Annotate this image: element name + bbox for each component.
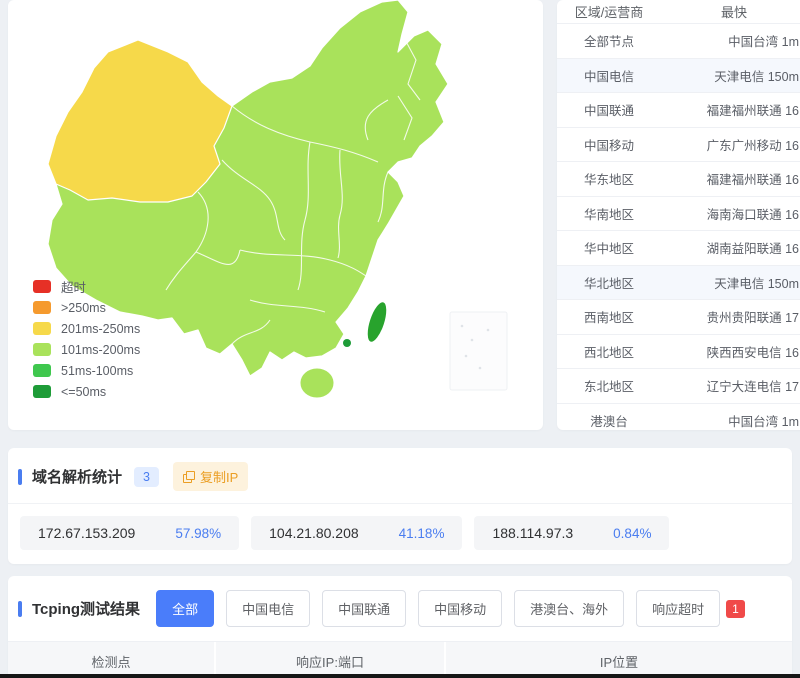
filter-overseas[interactable]: 港澳台、海外 — [514, 590, 624, 627]
accent-bar — [18, 601, 22, 617]
filter-all[interactable]: 全部 — [156, 590, 214, 627]
fastest-row[interactable]: 中国联通福建福州联通 16 — [557, 92, 800, 127]
legend-swatch-orange — [33, 301, 51, 314]
tcping-filters: 全部 中国电信 中国联通 中国移动 港澳台、海外 响应超时 1 — [156, 590, 757, 627]
fastest-row[interactable]: 东北地区辽宁大连电信 17 — [557, 368, 800, 403]
legend-swatch-green — [33, 364, 51, 377]
fastest-row[interactable]: 华南地区海南海口联通 16 — [557, 196, 800, 231]
map-region-hainan — [300, 368, 334, 398]
fastest-row[interactable]: 西北地区陕西西安电信 16 — [557, 334, 800, 369]
legend-swatch-red — [33, 280, 51, 293]
legend-item: 201ms-250ms — [33, 318, 140, 339]
column-header-ip-port: 响应IP:端口 — [214, 642, 444, 678]
tcping-table-header: 检测点 响应IP:端口 IP位置 — [8, 641, 792, 678]
ip-value: 188.114.97.3 — [492, 525, 573, 541]
page: 超时 >250ms 201ms-250ms 101ms-200ms 51ms-1… — [0, 0, 800, 678]
column-header-node: 检测点 — [8, 642, 214, 678]
china-latency-map-card: 超时 >250ms 201ms-250ms 101ms-200ms 51ms-1… — [8, 0, 543, 430]
column-header-ip-location: IP位置 — [444, 642, 792, 678]
map-region-taiwan — [363, 300, 390, 345]
dns-title-row: 域名解析统计 3 复制IP — [8, 448, 792, 503]
copy-icon — [183, 471, 195, 483]
tcping-title-row: Tcping测试结果 全部 中国电信 中国联通 中国移动 港澳台、海外 响应超时… — [8, 576, 792, 639]
fastest-row[interactable]: 全部节点中国台湾 1m — [557, 23, 800, 58]
fastest-table-header: 区域/运营商 最快 — [557, 0, 800, 23]
south-china-sea-inset — [450, 312, 507, 390]
filter-mobile[interactable]: 中国移动 — [418, 590, 502, 627]
latency-legend: 超时 >250ms 201ms-250ms 101ms-200ms 51ms-1… — [33, 276, 140, 402]
fastest-row[interactable]: 华中地区湖南益阳联通 16 — [557, 230, 800, 265]
ip-chip[interactable]: 104.21.80.208 41.18% — [251, 516, 462, 550]
legend-swatch-darkgreen — [33, 385, 51, 398]
dns-chips-row: 172.67.153.209 57.98% 104.21.80.208 41.1… — [8, 504, 792, 550]
tcping-card: Tcping测试结果 全部 中国电信 中国联通 中国移动 港澳台、海外 响应超时… — [8, 576, 792, 678]
ip-value: 104.21.80.208 — [269, 525, 359, 541]
timeout-count-badge: 1 — [726, 600, 745, 618]
fastest-row[interactable]: 华北地区天津电信 150m — [557, 265, 800, 300]
legend-swatch-yellow — [33, 322, 51, 335]
fastest-row[interactable]: 华东地区福建福州联通 16 — [557, 161, 800, 196]
tcping-table: 检测点 响应IP:端口 IP位置 电信 上海 104.21.80.208:80 … — [8, 641, 792, 678]
ip-percent: 0.84% — [613, 526, 651, 541]
fastest-row[interactable]: 港澳台中国台湾 1m — [557, 403, 800, 431]
ip-percent: 57.98% — [175, 526, 221, 541]
legend-item: <=50ms — [33, 381, 140, 402]
accent-bar — [18, 469, 22, 485]
copy-ip-button[interactable]: 复制IP — [173, 462, 248, 491]
map-region-hongkong — [343, 339, 351, 347]
legend-swatch-lightgreen — [33, 343, 51, 356]
copy-ip-label: 复制IP — [200, 467, 238, 486]
fastest-node-table-card: 区域/运营商 最快 全部节点中国台湾 1m 中国电信天津电信 150m 中国联通… — [557, 0, 800, 430]
legend-item: 超时 — [33, 276, 140, 297]
filter-unicom[interactable]: 中国联通 — [322, 590, 406, 627]
legend-item: 101ms-200ms — [33, 339, 140, 360]
ip-chip[interactable]: 172.67.153.209 57.98% — [20, 516, 239, 550]
fastest-row[interactable]: 中国电信天津电信 150m — [557, 58, 800, 93]
tcping-section-title: Tcping测试结果 — [32, 598, 140, 619]
ip-value: 172.67.153.209 — [38, 525, 135, 541]
dns-section-title: 域名解析统计 — [32, 466, 122, 487]
column-header-region: 区域/运营商 — [557, 2, 661, 21]
map-region-xinjiang — [48, 40, 232, 202]
top-row: 超时 >250ms 201ms-250ms 101ms-200ms 51ms-1… — [0, 0, 800, 430]
filter-telecom[interactable]: 中国电信 — [226, 590, 310, 627]
column-header-fastest: 最快 — [661, 2, 800, 21]
legend-item: >250ms — [33, 297, 140, 318]
filter-timeout-label: 响应超时 — [652, 599, 704, 618]
fastest-row[interactable]: 中国移动广东广州移动 16 — [557, 127, 800, 162]
dns-count-badge: 3 — [134, 467, 159, 487]
bottom-edge-bar — [0, 674, 800, 678]
ip-percent: 41.18% — [399, 526, 445, 541]
ip-chip[interactable]: 188.114.97.3 0.84% — [474, 516, 669, 550]
fastest-row[interactable]: 西南地区贵州贵阳联通 17 — [557, 299, 800, 334]
filter-timeout[interactable]: 响应超时 — [636, 590, 720, 627]
dns-stats-card: 域名解析统计 3 复制IP 172.67.153.209 57.98% 104.… — [8, 448, 792, 564]
legend-item: 51ms-100ms — [33, 360, 140, 381]
